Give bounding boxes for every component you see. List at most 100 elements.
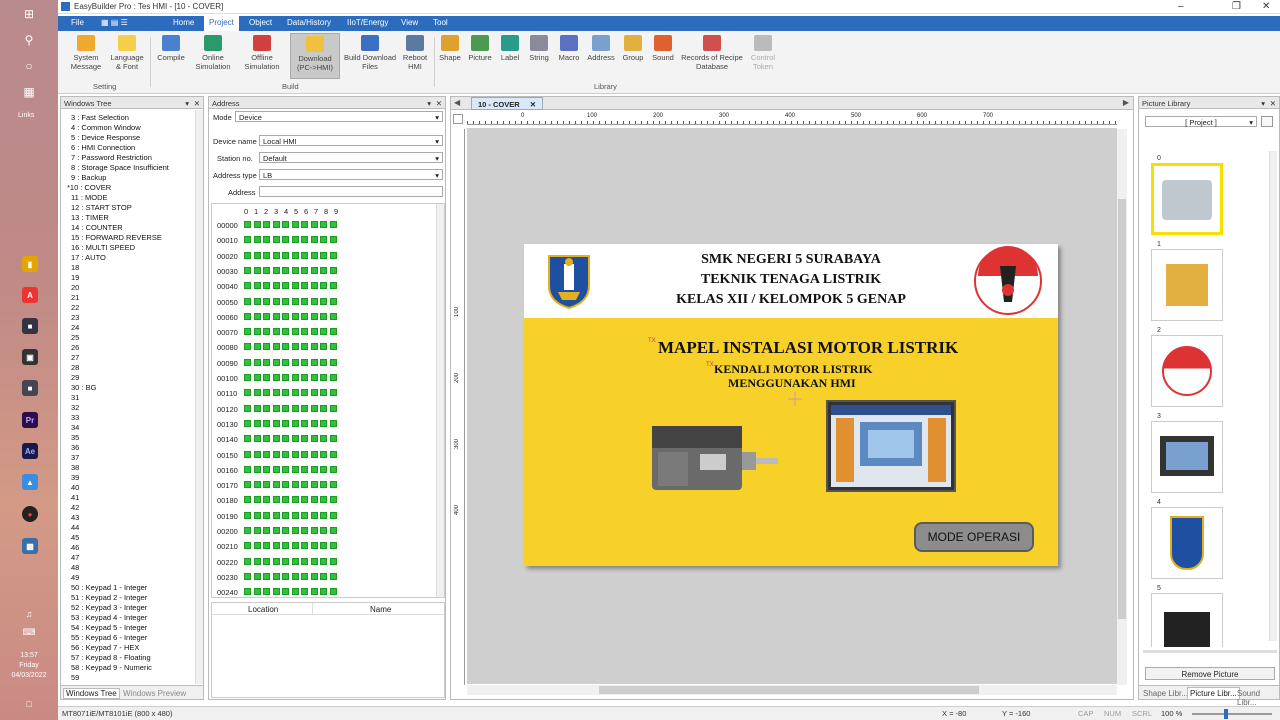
tree-item[interactable]: 41 (71, 493, 79, 502)
bit-led[interactable] (263, 374, 270, 381)
scroll-thumb[interactable] (1118, 199, 1126, 619)
bit-led[interactable] (301, 572, 308, 580)
task-view-icon[interactable]: ▦ (21, 84, 37, 100)
bit-led[interactable] (310, 481, 318, 489)
bit-led[interactable] (244, 343, 251, 351)
bit-led[interactable] (291, 389, 299, 397)
bit-led[interactable] (253, 572, 261, 580)
close-tab-icon[interactable]: ✕ (530, 100, 536, 109)
bit-led[interactable] (329, 282, 337, 290)
bit-led[interactable] (263, 328, 270, 336)
bit-led[interactable] (244, 236, 251, 244)
hmi-panel-image[interactable] (826, 400, 956, 492)
tree-item[interactable]: 13 : TIMER (71, 213, 109, 222)
tree-item[interactable]: 50 : Keypad 1 - Integer (71, 583, 147, 592)
thumbnail-4[interactable] (1151, 507, 1223, 579)
bit-led[interactable] (301, 251, 308, 259)
bit-led[interactable] (320, 511, 327, 519)
compile-button[interactable]: Compile (154, 35, 188, 62)
bit-led[interactable] (329, 312, 337, 320)
bit-led[interactable] (329, 374, 337, 381)
bit-led[interactable] (263, 343, 270, 351)
bit-led[interactable] (272, 358, 280, 366)
station-select[interactable]: Default ▾ (259, 152, 443, 163)
bit-led[interactable] (329, 297, 337, 305)
menu-object[interactable]: Object (246, 18, 275, 27)
bit-led[interactable] (282, 389, 289, 397)
offline-simulation-button[interactable]: Offline Simulation (240, 35, 284, 71)
bit-led[interactable] (253, 266, 261, 274)
tree-item[interactable]: 43 (71, 513, 79, 522)
tree-item[interactable]: 21 (71, 293, 79, 302)
tree-item[interactable]: 6 : HMI Connection (71, 143, 135, 152)
tree-item[interactable]: 25 (71, 333, 79, 342)
tab-10-cover[interactable]: 10 - COVER ✕ (471, 97, 544, 110)
bit-led[interactable] (272, 435, 280, 443)
bit-led[interactable] (291, 572, 299, 580)
tab-picture-library[interactable]: Picture Libr... (1187, 687, 1240, 700)
bit-led[interactable] (272, 328, 280, 336)
address-input[interactable] (259, 186, 443, 197)
tree-item[interactable]: 30 : BG (71, 383, 96, 392)
address-type-select[interactable]: LB ▾ (259, 169, 443, 180)
bit-led[interactable] (253, 404, 261, 412)
bit-led[interactable] (329, 389, 337, 397)
shape-button[interactable]: Shape (438, 35, 462, 62)
bit-led[interactable] (301, 389, 308, 397)
bit-led[interactable] (320, 572, 327, 580)
search-icon[interactable]: ⚲ (21, 32, 37, 48)
bit-led[interactable] (244, 221, 251, 228)
bit-led[interactable] (320, 343, 327, 351)
bit-led[interactable] (244, 435, 251, 443)
library-select[interactable]: [ Project ] ▾ (1145, 116, 1257, 127)
menu-data-history[interactable]: Data/History (284, 18, 334, 27)
sound-button[interactable]: Sound (650, 35, 676, 62)
bit-led[interactable] (320, 236, 327, 244)
bit-led[interactable] (244, 450, 251, 458)
bit-led[interactable] (244, 374, 251, 381)
tree-item[interactable]: 26 (71, 343, 79, 352)
bit-led[interactable] (253, 450, 261, 458)
bit-led[interactable] (272, 542, 280, 550)
bit-led[interactable] (263, 236, 270, 244)
file-explorer-icon[interactable]: ▮ (22, 256, 38, 272)
thumbnail-2[interactable] (1151, 335, 1223, 407)
bit-led[interactable] (253, 511, 261, 519)
recorder-icon[interactable]: ● (22, 506, 38, 522)
bit-led[interactable] (282, 404, 289, 412)
bit-led[interactable] (329, 328, 337, 336)
bit-led[interactable] (320, 435, 327, 443)
recipe-database-button[interactable]: Records of Recipe Database (678, 35, 746, 71)
bit-led[interactable] (291, 328, 299, 336)
bit-led[interactable] (310, 236, 318, 244)
bit-led[interactable] (263, 588, 270, 596)
bit-led[interactable] (282, 312, 289, 320)
bit-led[interactable] (253, 542, 261, 550)
windows-start-icon[interactable]: ⊞ (21, 6, 37, 22)
tree-item[interactable]: 45 (71, 533, 79, 542)
bit-led[interactable] (310, 557, 318, 565)
download-button[interactable]: Download (PC->HMI) (290, 33, 340, 79)
bit-led[interactable] (329, 465, 337, 473)
bit-led[interactable] (301, 312, 308, 320)
bit-led[interactable] (282, 374, 289, 381)
menu-home[interactable]: Home (170, 18, 197, 27)
bit-led[interactable] (253, 389, 261, 397)
bit-led[interactable] (272, 588, 280, 596)
tab-shape-library[interactable]: Shape Libr... (1143, 689, 1188, 698)
bit-led[interactable] (329, 557, 337, 565)
bit-led[interactable] (253, 527, 261, 534)
app-icon-1[interactable]: ■ (22, 318, 38, 334)
subtitle-line-1[interactable]: KENDALI MOTOR LISTRIK (714, 362, 872, 377)
bit-led[interactable] (329, 404, 337, 412)
bit-led[interactable] (320, 251, 327, 259)
bit-led[interactable] (291, 450, 299, 458)
bit-led[interactable] (263, 312, 270, 320)
dropdown-icon[interactable]: ▾ (185, 99, 189, 108)
address-button[interactable]: Address (586, 35, 616, 62)
bit-led[interactable] (253, 236, 261, 244)
tree-item[interactable]: 54 : Keypad 5 - Integer (71, 623, 147, 632)
bit-led[interactable] (244, 481, 251, 489)
bit-led[interactable] (301, 465, 308, 473)
tree-item[interactable]: 28 (71, 363, 79, 372)
